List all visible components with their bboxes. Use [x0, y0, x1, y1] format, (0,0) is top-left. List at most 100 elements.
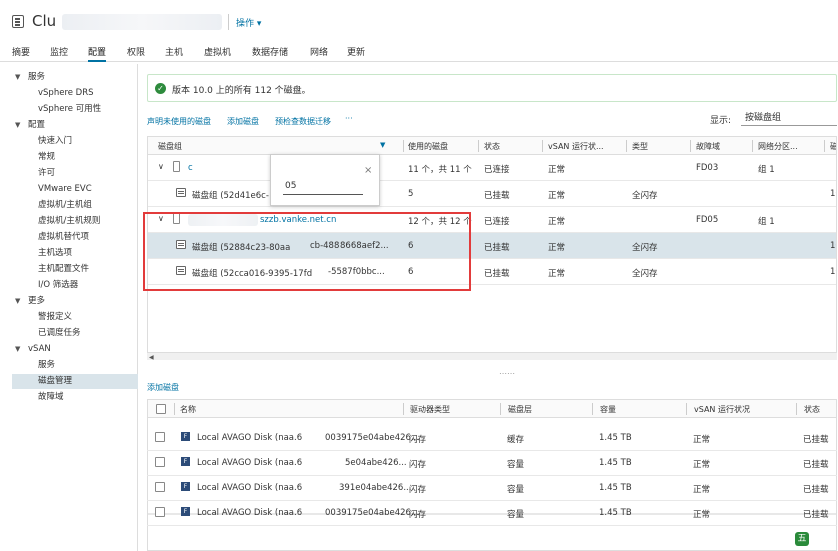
sidebar-item-host-options[interactable]: 主机选项: [0, 246, 138, 261]
sidebar-group-more[interactable]: ▼ 更多: [0, 294, 138, 309]
chevron-down-icon: ▼: [15, 297, 21, 305]
divider: [796, 403, 797, 415]
sidebar-item-vm-overrides[interactable]: 虚拟机替代项: [0, 230, 138, 245]
column-header-disk-group[interactable]: 磁盘组: [158, 141, 182, 152]
chevron-down-icon: ▼: [15, 121, 21, 129]
tab-networks[interactable]: 网络: [310, 45, 328, 58]
divider: [500, 403, 501, 415]
sidebar-item-quickstart[interactable]: 快速入门: [0, 134, 138, 149]
table-row[interactable]: F Local AVAGO Disk (naa.6 391e04abe426..…: [147, 475, 837, 501]
column-header-disk[interactable]: 磁: [830, 141, 836, 152]
divider: [228, 14, 229, 30]
divider: [686, 403, 687, 415]
column-header-vsan-health[interactable]: vSAN 运行状况: [694, 404, 750, 415]
chevron-down-icon: ▼: [15, 73, 21, 81]
table-row[interactable]: F Local AVAGO Disk (naa.6 5e04abe426... …: [147, 450, 837, 476]
table-row[interactable]: F Local AVAGO Disk (naa.6 0039175e04abe4…: [147, 500, 837, 526]
sidebar-group-config[interactable]: ▼ 配置: [0, 118, 138, 133]
chevron-left-icon[interactable]: ◀: [149, 354, 154, 361]
actions-menu[interactable]: 操作 ▾: [236, 16, 261, 29]
success-alert: ✓ 版本 10.0 上的所有 112 个磁盘。: [147, 74, 837, 102]
sidebar-item-evc[interactable]: VMware EVC: [0, 182, 138, 197]
sidebar-item-alarm-definitions[interactable]: 警报定义: [0, 310, 138, 325]
filter-input[interactable]: 05: [283, 181, 363, 195]
chevron-down-icon[interactable]: ∨: [158, 162, 164, 171]
tab-configure[interactable]: 配置: [88, 45, 107, 62]
row-checkbox[interactable]: [155, 457, 165, 467]
filter-icon[interactable]: ▼: [380, 141, 385, 149]
column-header-disk-tier[interactable]: 磁盘层: [508, 404, 532, 415]
page-header: Clu 操作 ▾: [0, 0, 838, 40]
display-select[interactable]: 按磁盘组: [741, 110, 837, 126]
close-icon[interactable]: ×: [364, 165, 372, 176]
divider: [542, 140, 543, 152]
column-header-fault-domain[interactable]: 故障域: [696, 141, 720, 152]
row-checkbox[interactable]: [155, 432, 165, 442]
check-circle-icon: ✓: [155, 83, 166, 94]
sidebar-item-host-profiles[interactable]: 主机配置文件: [0, 262, 138, 277]
column-header-vsan-health[interactable]: vSAN 运行状...: [548, 141, 604, 152]
divider: [690, 140, 691, 152]
tab-monitor[interactable]: 监控: [50, 45, 68, 58]
sidebar-item-io-filters[interactable]: I/O 筛选器: [0, 278, 138, 293]
sidebar-item-ha[interactable]: vSphere 可用性: [0, 102, 138, 117]
divider: [478, 140, 479, 152]
sidebar-item-scheduled-tasks[interactable]: 已调度任务: [0, 326, 138, 341]
flash-disk-icon: F: [181, 457, 190, 466]
claim-unused-disks-link[interactable]: 声明未使用的磁盘: [147, 116, 211, 127]
tab-summary[interactable]: 摘要: [12, 45, 30, 58]
grid-header: 名称 驱动器类型 磁盘层 容量 vSAN 运行状况 状态: [148, 400, 836, 418]
more-actions-button[interactable]: ···: [345, 114, 353, 123]
grid-header: 磁盘组 ▼ 使用的磁盘 状态 vSAN 运行状... 类型 故障域 网络分区..…: [148, 137, 836, 155]
tab-permissions[interactable]: 权限: [127, 45, 145, 58]
alert-text: 版本 10.0 上的所有 112 个磁盘。: [172, 86, 311, 96]
disk-rows: F Local AVAGO Disk (naa.6 0039175e04abe4…: [147, 425, 837, 550]
flash-disk-icon: F: [181, 432, 190, 441]
table-row[interactable]: ∨ c 11 个，共 11 个 已连接 正常 FD03 组 1: [148, 155, 836, 181]
sidebar-item-vm-host-groups[interactable]: 虚拟机/主机组: [0, 198, 138, 213]
tab-updates[interactable]: 更新: [347, 45, 365, 58]
column-header-drive-type[interactable]: 驱动器类型: [410, 404, 450, 415]
table-row[interactable]: F Local AVAGO Disk (naa.6 0039175e04abe4…: [147, 425, 837, 451]
column-header-used-disks[interactable]: 使用的磁盘: [408, 141, 448, 152]
row-checkbox[interactable]: [155, 482, 165, 492]
flash-disk-icon: F: [181, 507, 190, 516]
sidebar-item-vsan-services[interactable]: 服务: [0, 358, 138, 373]
sidebar-item-license[interactable]: 许可: [0, 166, 138, 181]
disk-group-icon: [176, 188, 186, 197]
row-checkbox[interactable]: [155, 507, 165, 517]
add-disks-link[interactable]: 添加磁盘: [147, 382, 179, 393]
display-label: 显示:: [710, 116, 732, 126]
sidebar-item-disk-management[interactable]: 磁盘管理: [12, 374, 138, 389]
divider: [752, 140, 753, 152]
select-all-checkbox[interactable]: [156, 404, 166, 414]
sidebar-item-vm-host-rules[interactable]: 虚拟机/主机规则: [0, 214, 138, 229]
tab-hosts[interactable]: 主机: [165, 45, 183, 58]
sidebar-group-vsan[interactable]: ▼ vSAN: [0, 342, 138, 357]
column-header-type[interactable]: 类型: [632, 141, 648, 152]
sidebar-item-fault-domains[interactable]: 故障域: [0, 390, 138, 405]
sidebar-item-general[interactable]: 常规: [0, 150, 138, 165]
precheck-migration-link[interactable]: 预检查数据迁移: [275, 116, 331, 127]
page-title: Clu: [32, 12, 57, 30]
pane-splitter[interactable]: ⋯⋯: [499, 369, 515, 378]
column-header-name[interactable]: 名称: [180, 404, 196, 415]
table-row[interactable]: 磁盘组 (52d41e6c- 5 已挂载 正常 全闪存 10: [148, 181, 836, 207]
config-sidebar: ▼ 服务 vSphere DRS vSphere 可用性 ▼ 配置 快速入门 常…: [0, 64, 138, 551]
divider: [626, 140, 627, 152]
redacted-title: [62, 14, 222, 30]
horizontal-scrollbar[interactable]: ◀: [147, 352, 837, 361]
column-header-capacity[interactable]: 容量: [600, 404, 616, 415]
divider: [592, 403, 593, 415]
tab-vms[interactable]: 虚拟机: [204, 45, 231, 58]
cluster-icon: [12, 15, 24, 28]
divider: [403, 403, 404, 415]
sidebar-item-drs[interactable]: vSphere DRS: [0, 86, 138, 101]
column-header-state[interactable]: 状态: [484, 141, 500, 152]
column-header-state[interactable]: 状态: [804, 404, 820, 415]
sidebar-group-services[interactable]: ▼ 服务: [0, 70, 138, 85]
tab-datastores[interactable]: 数据存储: [252, 45, 288, 58]
divider: [174, 403, 175, 415]
add-disks-link[interactable]: 添加磁盘: [227, 116, 259, 127]
column-header-network-partition[interactable]: 网络分区...: [758, 141, 798, 152]
